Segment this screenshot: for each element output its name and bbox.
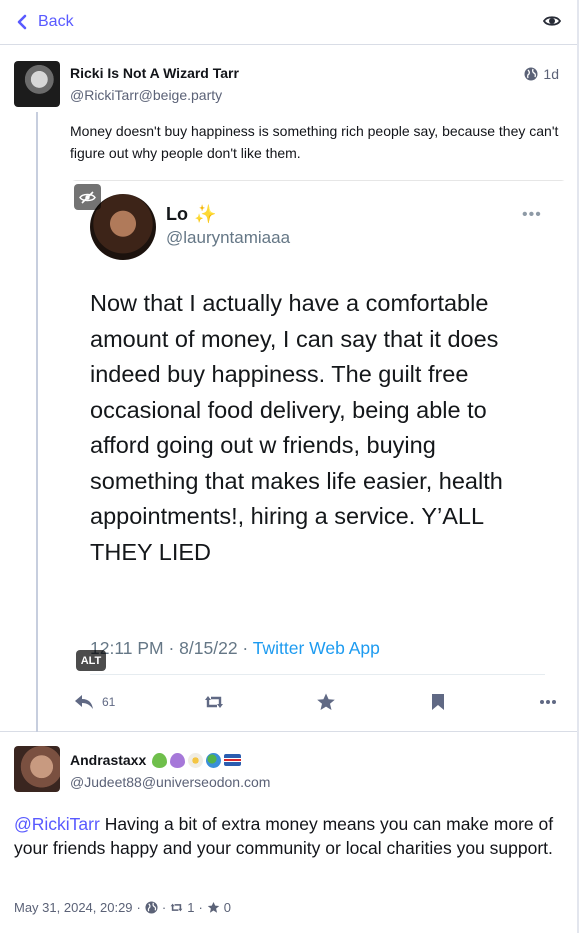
tweet-name-text: Lo (166, 204, 188, 224)
media-divider (70, 180, 567, 181)
tweet-divider (90, 674, 545, 675)
separator: · (161, 900, 167, 915)
eye-slash-icon (79, 190, 96, 204)
column-header: Back (0, 0, 577, 45)
status-content: Money doesn't buy happiness is something… (70, 123, 559, 161)
display-name[interactable]: Andrastaxx (70, 752, 242, 768)
status-timestamp[interactable]: 1d (524, 66, 559, 82)
separator: · (136, 900, 141, 915)
tweet-author-name: Lo ✨ (166, 204, 216, 225)
retweet-icon (170, 903, 183, 912)
reply-icon (75, 695, 93, 709)
globe-icon (145, 901, 158, 914)
tweet-meta: 12:11 PM · 8/15/22 · Twitter Web App (90, 638, 380, 659)
eye-icon[interactable] (543, 13, 561, 29)
name-emojis (152, 752, 242, 768)
hide-media-button[interactable] (74, 184, 101, 210)
avatar[interactable] (14, 746, 60, 792)
flower-icon (188, 752, 204, 768)
back-button[interactable]: Back (16, 13, 74, 31)
tweet-more-icon: ••• (522, 206, 542, 223)
action-bar: 61 (70, 690, 570, 718)
mention-link[interactable]: @RickiTarr (14, 814, 100, 834)
ellipsis-icon (540, 700, 556, 704)
boost-button[interactable] (204, 693, 224, 711)
media-attachment[interactable]: Lo ✨ @lauryntamiaaa ••• Now that I actua… (70, 180, 567, 677)
favourite-count[interactable]: 0 (224, 900, 231, 915)
star-icon (317, 693, 335, 710)
purple-heart-icon (170, 752, 186, 768)
account-handle[interactable]: @RickiTarr@beige.party (70, 87, 222, 103)
sparkles-icon: ✨ (194, 204, 217, 224)
boost-count[interactable]: 1 (187, 900, 194, 915)
reply-button[interactable]: 61 (74, 693, 115, 711)
status-date[interactable]: May 31, 2024, 20:29 (14, 900, 133, 915)
reply-count: 61 (102, 695, 116, 709)
retweet-icon (205, 696, 223, 708)
bookmark-button[interactable] (428, 693, 448, 711)
status-meta: May 31, 2024, 20:29 · · 1 · 0 (14, 900, 231, 915)
display-name-text: Andrastaxx (70, 752, 147, 768)
flag-icon (224, 754, 242, 766)
tweet-text: Now that I actually have a comfortable a… (90, 290, 503, 565)
favourite-button[interactable] (316, 693, 336, 711)
globe-icon (524, 67, 538, 81)
globe-earth-icon (206, 752, 222, 768)
thread-line (36, 112, 38, 732)
bookmark-icon (432, 694, 444, 710)
avatar[interactable] (14, 61, 60, 107)
relative-time: 1d (543, 66, 559, 82)
star-icon (207, 901, 220, 913)
alt-badge[interactable]: ALT (76, 650, 106, 671)
more-button[interactable] (538, 693, 558, 711)
chevron-left-icon (17, 14, 27, 30)
green-heart-icon (152, 752, 168, 768)
display-name[interactable]: Ricki Is Not A Wizard Tarr (70, 65, 239, 81)
back-label: Back (38, 13, 74, 30)
tweet-time-date: 12:11 PM · 8/15/22 · (90, 638, 253, 658)
tweet-author-handle: @lauryntamiaaa (166, 228, 291, 247)
separator: · (198, 900, 203, 915)
tweet-app: Twitter Web App (252, 638, 380, 658)
account-handle[interactable]: @Judeet88@universeodon.com (70, 774, 270, 790)
status-content: @RickiTarr Having a bit of extra money m… (14, 812, 559, 860)
